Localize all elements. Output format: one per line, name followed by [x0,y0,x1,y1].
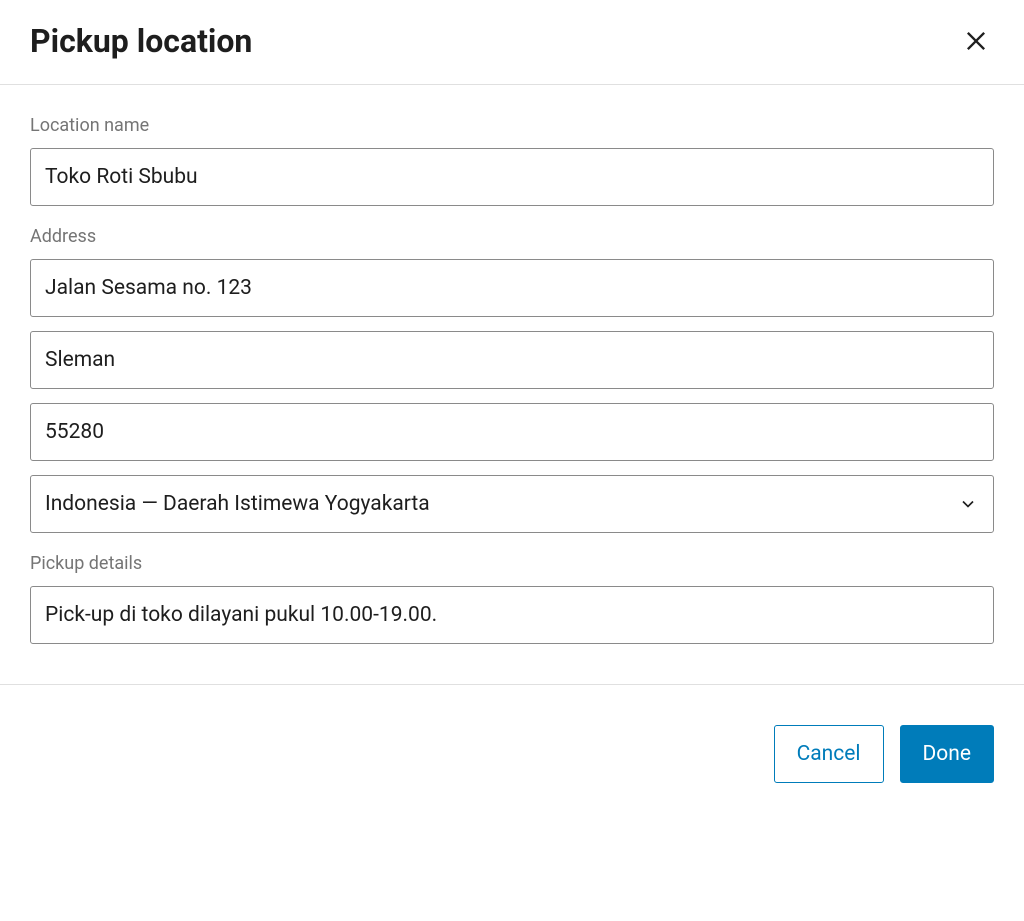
address-city-input[interactable] [30,331,994,389]
cancel-button[interactable]: Cancel [774,725,884,783]
close-icon [962,27,990,55]
address-label: Address [30,226,994,247]
pickup-location-modal: Pickup location Location name Address In… [0,0,1024,805]
done-button[interactable]: Done [900,725,995,783]
modal-title: Pickup location [30,22,252,60]
location-name-input[interactable] [30,148,994,206]
address-line1-input[interactable] [30,259,994,317]
location-name-label: Location name [30,115,994,136]
pickup-details-label: Pickup details [30,553,994,574]
modal-body: Location name Address Indonesia — Daerah… [0,85,1024,684]
modal-footer: Cancel Done [0,684,1024,805]
address-postcode-input[interactable] [30,403,994,461]
close-button[interactable] [958,23,994,59]
address-region-wrap: Indonesia — Daerah Istimewa Yogyakarta [30,475,994,533]
address-region-select[interactable]: Indonesia — Daerah Istimewa Yogyakarta [30,475,994,533]
modal-header: Pickup location [0,0,1024,85]
pickup-details-input[interactable] [30,586,994,644]
